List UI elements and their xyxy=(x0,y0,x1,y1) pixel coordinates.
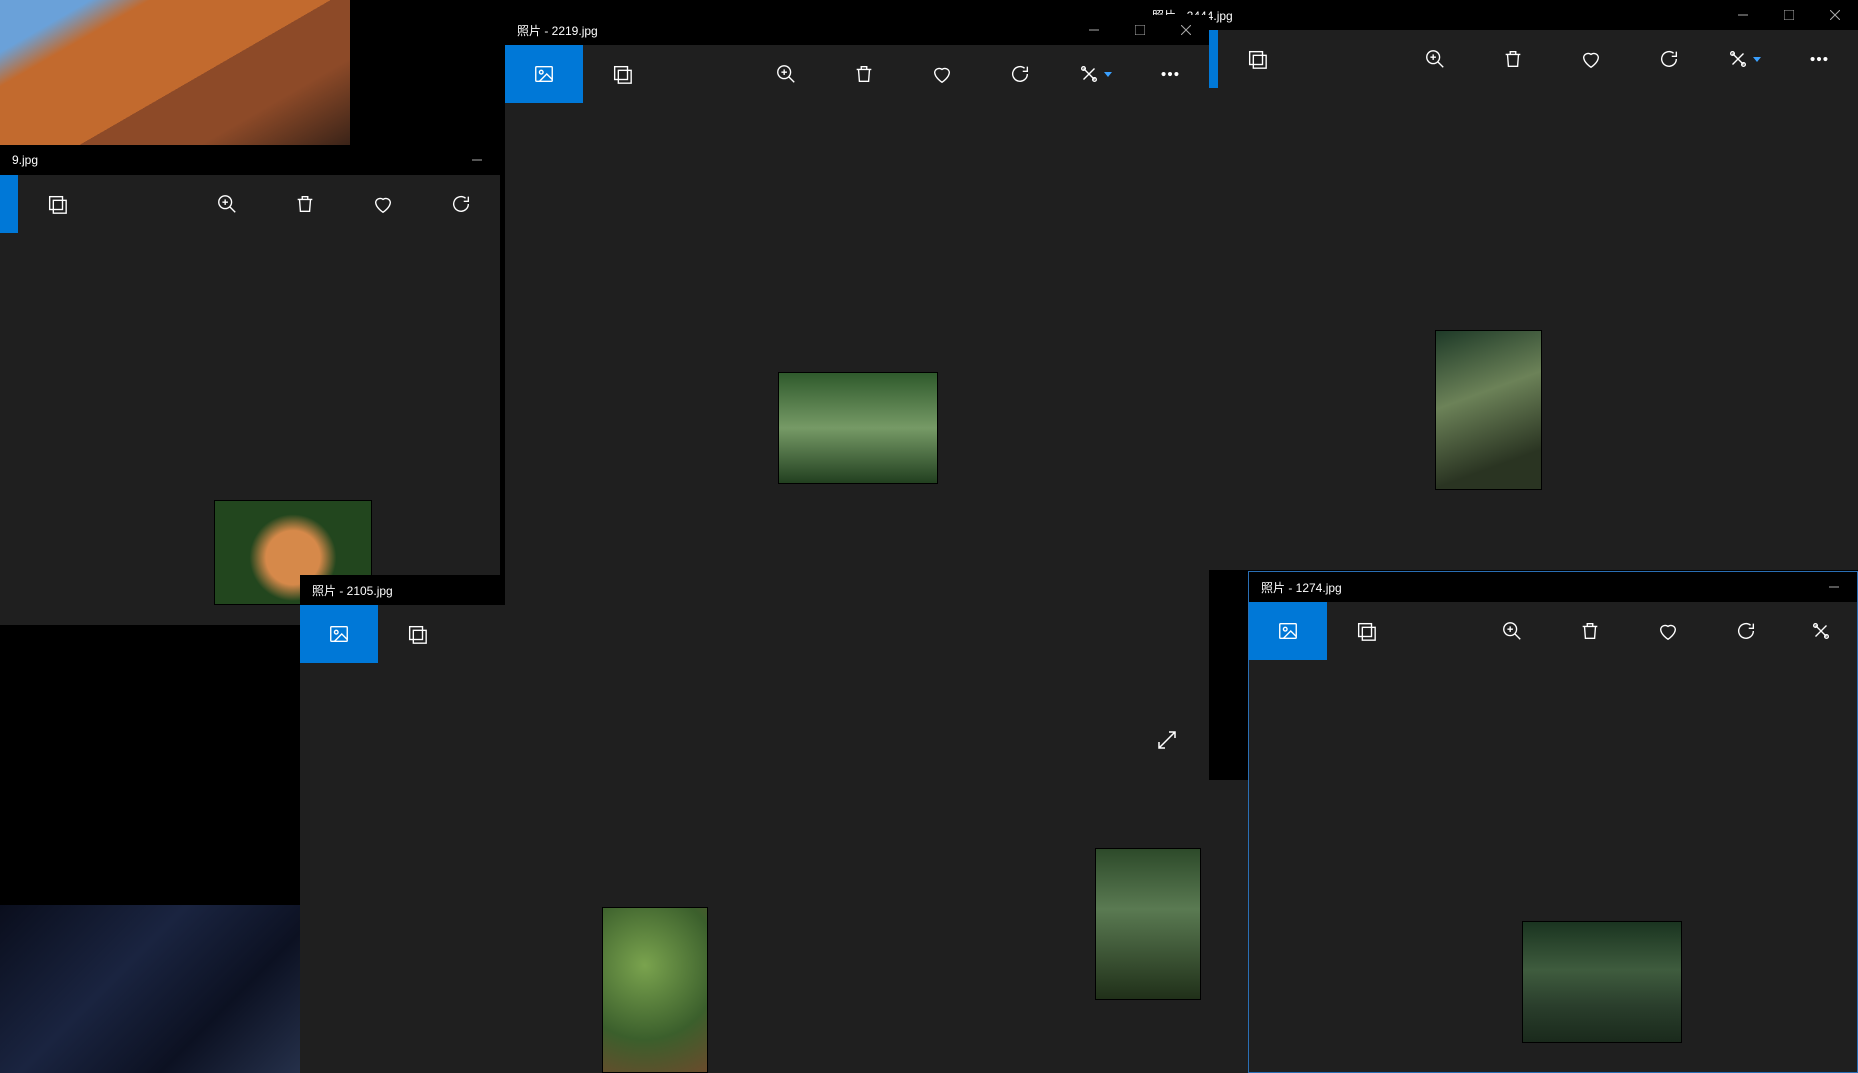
edit-tools-button[interactable] xyxy=(1059,45,1131,103)
rotate-button[interactable] xyxy=(422,175,500,233)
titlebar[interactable]: 9.jpg xyxy=(0,145,500,175)
more-button[interactable] xyxy=(1131,45,1209,103)
photo-thumbnail xyxy=(1435,330,1542,490)
favorite-button[interactable] xyxy=(344,175,422,233)
photo-thumbnail xyxy=(1095,848,1201,1000)
photo-thumbnail xyxy=(602,907,708,1073)
toolbar xyxy=(0,175,500,233)
minimize-button[interactable] xyxy=(454,145,500,175)
titlebar[interactable]: 照片 - 1274.jpg xyxy=(1249,572,1857,602)
zoom-button[interactable] xyxy=(747,45,825,103)
delete-button[interactable] xyxy=(266,175,344,233)
view-photo-button[interactable] xyxy=(1249,602,1327,660)
toolbar xyxy=(505,45,1209,103)
titlebar[interactable]: 照片 - 2444.jpg xyxy=(1140,0,1858,30)
rotate-button[interactable] xyxy=(1707,602,1785,660)
collection-button[interactable] xyxy=(1218,30,1296,88)
desktop-wallpaper-fragment-lower xyxy=(0,905,300,1073)
delete-button[interactable] xyxy=(825,45,903,103)
window-title: 照片 - 2444.jpg xyxy=(1152,7,1720,24)
zoom-button[interactable] xyxy=(1473,602,1551,660)
chevron-down-icon xyxy=(1104,72,1112,77)
favorite-button[interactable] xyxy=(903,45,981,103)
view-photo-button[interactable] xyxy=(505,45,583,103)
minimize-button[interactable] xyxy=(1811,572,1857,602)
minimize-button[interactable] xyxy=(1720,0,1766,30)
fullscreen-button[interactable] xyxy=(1155,728,1179,752)
photo-viewport[interactable] xyxy=(1140,88,1858,570)
favorite-button[interactable] xyxy=(1552,30,1630,88)
maximize-button[interactable] xyxy=(1117,15,1163,45)
toolbar xyxy=(1249,602,1857,660)
minimize-button[interactable] xyxy=(1071,15,1117,45)
delete-button[interactable] xyxy=(1551,602,1629,660)
titlebar[interactable]: 照片 - 2219.jpg xyxy=(505,15,1209,45)
collection-button[interactable] xyxy=(378,605,456,663)
desktop-wallpaper-fragment xyxy=(0,0,350,145)
rotate-button[interactable] xyxy=(981,45,1059,103)
favorite-button[interactable] xyxy=(1629,602,1707,660)
close-button[interactable] xyxy=(1163,15,1209,45)
toolbar xyxy=(1140,30,1858,88)
edit-tools-button[interactable] xyxy=(1785,602,1857,660)
photo-thumbnail xyxy=(1522,921,1682,1043)
maximize-button[interactable] xyxy=(1766,0,1812,30)
edit-tools-button[interactable] xyxy=(1708,30,1780,88)
view-photo-button[interactable] xyxy=(0,175,18,233)
window-title: 9.jpg xyxy=(12,153,454,167)
view-photo-button[interactable] xyxy=(300,605,378,663)
zoom-button[interactable] xyxy=(188,175,266,233)
collection-button[interactable] xyxy=(583,45,661,103)
delete-button[interactable] xyxy=(1474,30,1552,88)
collection-button[interactable] xyxy=(1327,602,1405,660)
window-title: 照片 - 2219.jpg xyxy=(517,22,1071,39)
rotate-button[interactable] xyxy=(1630,30,1708,88)
more-button[interactable] xyxy=(1780,30,1858,88)
window-title: 照片 - 1274.jpg xyxy=(1261,579,1811,596)
zoom-button[interactable] xyxy=(1396,30,1474,88)
close-button[interactable] xyxy=(1812,0,1858,30)
collection-button[interactable] xyxy=(18,175,96,233)
photo-thumbnail xyxy=(778,372,938,484)
chevron-down-icon xyxy=(1753,57,1761,62)
